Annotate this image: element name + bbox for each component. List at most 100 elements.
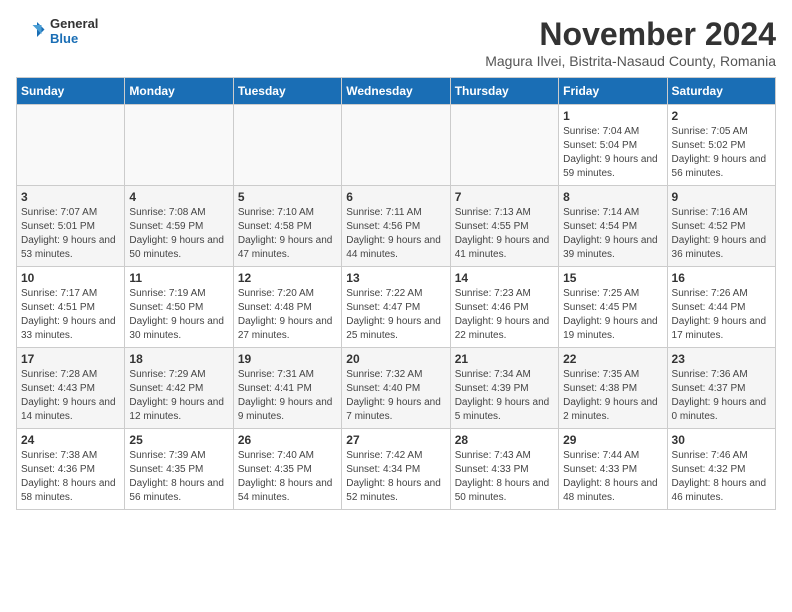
calendar-cell: 15Sunrise: 7:25 AMSunset: 4:45 PMDayligh… — [559, 267, 667, 348]
day-number: 22 — [563, 352, 662, 366]
day-number: 18 — [129, 352, 228, 366]
day-info: Sunrise: 7:14 AMSunset: 4:54 PMDaylight:… — [563, 206, 662, 262]
day-info: Sunrise: 7:17 AMSunset: 4:51 PMDaylight:… — [21, 287, 120, 343]
logo: General Blue — [16, 16, 98, 46]
day-info: Sunrise: 7:36 AMSunset: 4:37 PMDaylight:… — [672, 368, 771, 424]
calendar-cell: 10 Sunrise: 7:17 AMSunset: 4:51 PMDayligh… — [17, 267, 125, 348]
day-info: Sunrise: 7:26 AMSunset: 4:44 PMDaylight:… — [672, 287, 771, 343]
day-number: 7 — [455, 190, 554, 204]
calendar-cell: 16 Sunrise: 7:26 AMSunset: 4:44 PMDayligh… — [667, 267, 775, 348]
location-subtitle: Magura Ilvei, Bistrita-Nasaud County, Ro… — [485, 53, 776, 69]
day-info: Sunrise: 7:44 AMSunset: 4:33 PMDaylight:… — [563, 449, 662, 505]
day-number: 27 — [346, 433, 445, 447]
calendar-cell — [342, 105, 450, 186]
day-info: Sunrise: 7:08 AMSunset: 4:59 PMDaylight:… — [129, 206, 228, 262]
day-info: Sunrise: 7:34 AMSunset: 4:39 PMDaylight:… — [455, 368, 554, 424]
day-info: Sunrise: 7:04 AMSunset: 5:04 PMDaylight:… — [563, 125, 662, 181]
calendar-cell: 3 Sunrise: 7:07 AMSunset: 5:01 PMDaylight… — [17, 186, 125, 267]
day-number: 8 — [563, 190, 662, 204]
day-number: 24 — [21, 433, 120, 447]
day-info: Sunrise: 7:40 AMSunset: 4:35 PMDaylight:… — [238, 449, 337, 505]
calendar-cell: 7 Sunrise: 7:13 AMSunset: 4:55 PMDaylight… — [450, 186, 558, 267]
day-info: Sunrise: 7:07 AMSunset: 5:01 PMDaylight:… — [21, 206, 120, 262]
calendar-cell: 30Sunrise: 7:46 AMSunset: 4:32 PMDayligh… — [667, 429, 775, 510]
weekday-header-sunday: Sunday — [17, 78, 125, 105]
day-info: Sunrise: 7:32 AMSunset: 4:40 PMDaylight:… — [346, 368, 445, 424]
day-number: 29 — [563, 433, 662, 447]
calendar-cell: 24 Sunrise: 7:38 AMSunset: 4:36 PMDayligh… — [17, 429, 125, 510]
calendar-cell: 4 Sunrise: 7:08 AMSunset: 4:59 PMDaylight… — [125, 186, 233, 267]
day-number: 17 — [21, 352, 120, 366]
weekday-header-thursday: Thursday — [450, 78, 558, 105]
calendar-week-row: 10 Sunrise: 7:17 AMSunset: 4:51 PMDayligh… — [17, 267, 776, 348]
day-number: 28 — [455, 433, 554, 447]
calendar-cell: 21 Sunrise: 7:34 AMSunset: 4:39 PMDayligh… — [450, 348, 558, 429]
calendar-cell: 2 Sunrise: 7:05 AMSunset: 5:02 PMDaylight… — [667, 105, 775, 186]
day-number: 20 — [346, 352, 445, 366]
calendar-cell: 20 Sunrise: 7:32 AMSunset: 4:40 PMDayligh… — [342, 348, 450, 429]
weekday-header-tuesday: Tuesday — [233, 78, 341, 105]
day-number: 10 — [21, 271, 120, 285]
day-info: Sunrise: 7:42 AMSunset: 4:34 PMDaylight:… — [346, 449, 445, 505]
day-number: 16 — [672, 271, 771, 285]
calendar-week-row: 3 Sunrise: 7:07 AMSunset: 5:01 PMDaylight… — [17, 186, 776, 267]
day-number: 9 — [672, 190, 771, 204]
calendar-cell: 5Sunrise: 7:10 AMSunset: 4:58 PMDaylight… — [233, 186, 341, 267]
calendar-week-row: 1Sunrise: 7:04 AMSunset: 5:04 PMDaylight… — [17, 105, 776, 186]
page-header: General Blue November 2024 Magura Ilvei,… — [16, 16, 776, 69]
day-info: Sunrise: 7:28 AMSunset: 4:43 PMDaylight:… — [21, 368, 120, 424]
day-number: 2 — [672, 109, 771, 123]
calendar-cell: 29 Sunrise: 7:44 AMSunset: 4:33 PMDayligh… — [559, 429, 667, 510]
month-title: November 2024 — [485, 16, 776, 53]
calendar-cell: 6 Sunrise: 7:11 AMSunset: 4:56 PMDaylight… — [342, 186, 450, 267]
calendar-cell: 25Sunrise: 7:39 AMSunset: 4:35 PMDayligh… — [125, 429, 233, 510]
day-info: Sunrise: 7:16 AMSunset: 4:52 PMDaylight:… — [672, 206, 771, 262]
day-number: 21 — [455, 352, 554, 366]
calendar-cell: 9 Sunrise: 7:16 AMSunset: 4:52 PMDaylight… — [667, 186, 775, 267]
calendar-cell: 13Sunrise: 7:22 AMSunset: 4:47 PMDayligh… — [342, 267, 450, 348]
day-info: Sunrise: 7:25 AMSunset: 4:45 PMDaylight:… — [563, 287, 662, 343]
day-number: 11 — [129, 271, 228, 285]
calendar-cell: 18 Sunrise: 7:29 AMSunset: 4:42 PMDayligh… — [125, 348, 233, 429]
calendar-cell: 19Sunrise: 7:31 AMSunset: 4:41 PMDayligh… — [233, 348, 341, 429]
day-info: Sunrise: 7:22 AMSunset: 4:47 PMDaylight:… — [346, 287, 445, 343]
calendar-cell — [125, 105, 233, 186]
day-info: Sunrise: 7:43 AMSunset: 4:33 PMDaylight:… — [455, 449, 554, 505]
day-info: Sunrise: 7:11 AMSunset: 4:56 PMDaylight:… — [346, 206, 445, 262]
day-number: 4 — [129, 190, 228, 204]
calendar-cell: 26 Sunrise: 7:40 AMSunset: 4:35 PMDayligh… — [233, 429, 341, 510]
weekday-header-saturday: Saturday — [667, 78, 775, 105]
weekday-header-wednesday: Wednesday — [342, 78, 450, 105]
day-number: 26 — [238, 433, 337, 447]
day-number: 12 — [238, 271, 337, 285]
calendar-table: SundayMondayTuesdayWednesdayThursdayFrid… — [16, 77, 776, 510]
day-info: Sunrise: 7:10 AMSunset: 4:58 PMDaylight:… — [238, 206, 337, 262]
day-number: 3 — [21, 190, 120, 204]
calendar-cell: 22 Sunrise: 7:35 AMSunset: 4:38 PMDayligh… — [559, 348, 667, 429]
day-info: Sunrise: 7:38 AMSunset: 4:36 PMDaylight:… — [21, 449, 120, 505]
calendar-cell: 17 Sunrise: 7:28 AMSunset: 4:43 PMDayligh… — [17, 348, 125, 429]
calendar-cell: 28 Sunrise: 7:43 AMSunset: 4:33 PMDayligh… — [450, 429, 558, 510]
title-section: November 2024 Magura Ilvei, Bistrita-Nas… — [485, 16, 776, 69]
calendar-cell — [17, 105, 125, 186]
day-info: Sunrise: 7:23 AMSunset: 4:46 PMDaylight:… — [455, 287, 554, 343]
calendar-cell: 1Sunrise: 7:04 AMSunset: 5:04 PMDaylight… — [559, 105, 667, 186]
calendar-cell: 23Sunrise: 7:36 AMSunset: 4:37 PMDayligh… — [667, 348, 775, 429]
calendar-cell: 12 Sunrise: 7:20 AMSunset: 4:48 PMDayligh… — [233, 267, 341, 348]
calendar-cell: 27 Sunrise: 7:42 AMSunset: 4:34 PMDayligh… — [342, 429, 450, 510]
calendar-cell: 11Sunrise: 7:19 AMSunset: 4:50 PMDayligh… — [125, 267, 233, 348]
calendar-cell: 14 Sunrise: 7:23 AMSunset: 4:46 PMDayligh… — [450, 267, 558, 348]
weekday-header-friday: Friday — [559, 78, 667, 105]
calendar-cell: 8 Sunrise: 7:14 AMSunset: 4:54 PMDaylight… — [559, 186, 667, 267]
day-number: 30 — [672, 433, 771, 447]
day-info: Sunrise: 7:29 AMSunset: 4:42 PMDaylight:… — [129, 368, 228, 424]
day-info: Sunrise: 7:13 AMSunset: 4:55 PMDaylight:… — [455, 206, 554, 262]
day-number: 14 — [455, 271, 554, 285]
calendar-week-row: 17 Sunrise: 7:28 AMSunset: 4:43 PMDayligh… — [17, 348, 776, 429]
day-info: Sunrise: 7:20 AMSunset: 4:48 PMDaylight:… — [238, 287, 337, 343]
day-info: Sunrise: 7:35 AMSunset: 4:38 PMDaylight:… — [563, 368, 662, 424]
logo-icon — [16, 16, 46, 46]
calendar-cell — [450, 105, 558, 186]
day-info: Sunrise: 7:05 AMSunset: 5:02 PMDaylight:… — [672, 125, 771, 181]
day-number: 6 — [346, 190, 445, 204]
